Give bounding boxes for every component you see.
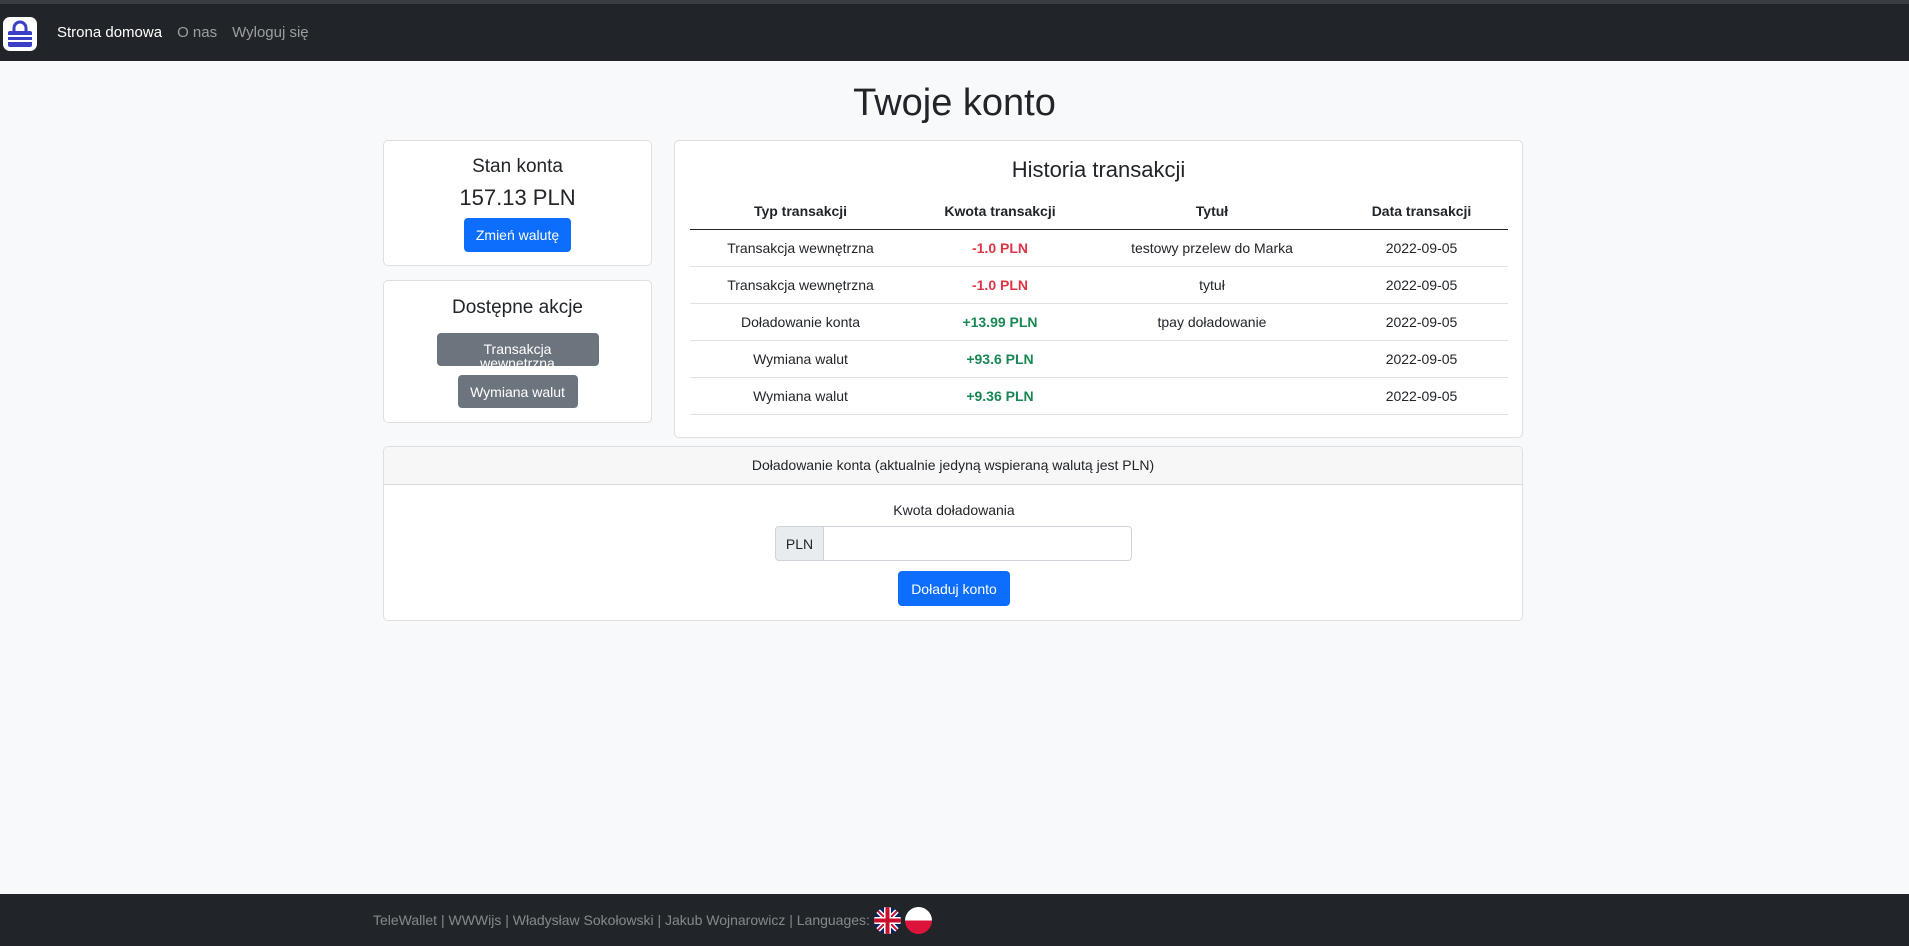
column-header-title: Tytuł: [1089, 193, 1335, 230]
cell-title: testowy przelew do Marka: [1089, 229, 1335, 267]
cell-date: 2022-09-05: [1335, 266, 1508, 304]
cell-title: [1089, 340, 1335, 378]
table-row: Wymiana walut +93.6 PLN 2022-09-05: [690, 340, 1508, 378]
balance-amount: 157.13 PLN: [459, 185, 576, 210]
nav-link-logout[interactable]: Wyloguj się: [232, 24, 309, 41]
cell-date: 2022-09-05: [1335, 377, 1508, 415]
currency-exchange-button[interactable]: Wymiana walut: [457, 375, 578, 408]
topup-header: Doładowanie konta (aktualnie jedyną wspi…: [384, 447, 1522, 485]
balance-title: Stan konta: [472, 156, 563, 177]
cell-date: 2022-09-05: [1335, 229, 1508, 267]
cell-date: 2022-09-05: [1335, 340, 1508, 378]
cell-amount: +93.6 PLN: [911, 340, 1089, 378]
nav-link-about[interactable]: O nas: [177, 24, 217, 41]
cell-type: Transakcja wewnętrzna: [690, 229, 911, 267]
transaction-history-card: Historia transakcji Typ transakcji Kwota…: [674, 140, 1523, 438]
actions-card: Dostępne akcje Transakcja wewnętrzna Wym…: [383, 280, 652, 423]
cell-type: Doładowanie konta: [690, 303, 911, 341]
column-header-date: Data transakcji: [1335, 193, 1508, 230]
footer: TeleWallet | WWWijs | Władysław Sokołows…: [0, 894, 1909, 946]
column-header-amount: Kwota transakcji: [911, 193, 1089, 230]
cell-amount: -1.0 PLN: [911, 266, 1089, 304]
currency-addon: PLN: [775, 526, 824, 561]
footer-credits: TeleWallet | WWWijs | Władysław Sokołows…: [373, 912, 870, 928]
cell-type: Wymiana walut: [690, 377, 911, 415]
cell-title: tpay doładowanie: [1089, 303, 1335, 341]
cell-amount: -1.0 PLN: [911, 229, 1089, 267]
internal-transfer-button[interactable]: Transakcja wewnętrzna: [436, 333, 599, 370]
uk-flag-icon[interactable]: [873, 906, 901, 934]
table-row: Doładowanie konta +13.99 PLN tpay dołado…: [690, 303, 1508, 341]
poland-flag-icon[interactable]: [904, 906, 932, 934]
table-row: Wymiana walut +9.36 PLN 2022-09-05: [690, 377, 1508, 415]
cell-date: 2022-09-05: [1335, 303, 1508, 341]
cell-title: tytuł: [1089, 266, 1335, 304]
balance-card: Stan konta 157.13 PLN Zmień walutę: [383, 140, 652, 266]
topup-amount-label: Kwota doładowania: [893, 502, 1015, 518]
topup-amount-input[interactable]: [824, 526, 1132, 561]
history-title: Historia transakcji: [1011, 157, 1186, 182]
table-row: Transakcja wewnętrzna -1.0 PLN testowy p…: [690, 229, 1508, 267]
table-header-row: Typ transakcji Kwota transakcji Tytuł Da…: [690, 193, 1508, 230]
actions-title: Dostępne akcje: [452, 297, 583, 318]
change-currency-button[interactable]: Zmień walutę: [463, 218, 572, 252]
navbar: Strona domowa O nas Wyloguj się: [0, 4, 1909, 61]
cell-title: [1089, 377, 1335, 415]
column-header-type: Typ transakcji: [690, 193, 911, 230]
nav-link-home[interactable]: Strona domowa: [57, 24, 162, 41]
transaction-table: Typ transakcji Kwota transakcji Tytuł Da…: [690, 193, 1508, 415]
page-title: Twoje konto: [853, 82, 1056, 124]
topup-card: Doładowanie konta (aktualnie jedyną wspi…: [383, 446, 1523, 621]
topup-input-group: PLN: [775, 526, 1132, 561]
cell-type: Transakcja wewnętrzna: [690, 266, 911, 304]
topup-submit-button[interactable]: Doładuj konto: [898, 571, 1010, 606]
cell-type: Wymiana walut: [690, 340, 911, 378]
table-row: Transakcja wewnętrzna -1.0 PLN tytuł 202…: [690, 266, 1508, 304]
nav-links: Strona domowa O nas Wyloguj się: [57, 4, 309, 61]
wallet-logo-icon[interactable]: [3, 17, 37, 51]
footer-text-row: TeleWallet | WWWijs | Władysław Sokołows…: [373, 894, 932, 946]
cell-amount: +13.99 PLN: [911, 303, 1089, 341]
cell-amount: +9.36 PLN: [911, 377, 1089, 415]
